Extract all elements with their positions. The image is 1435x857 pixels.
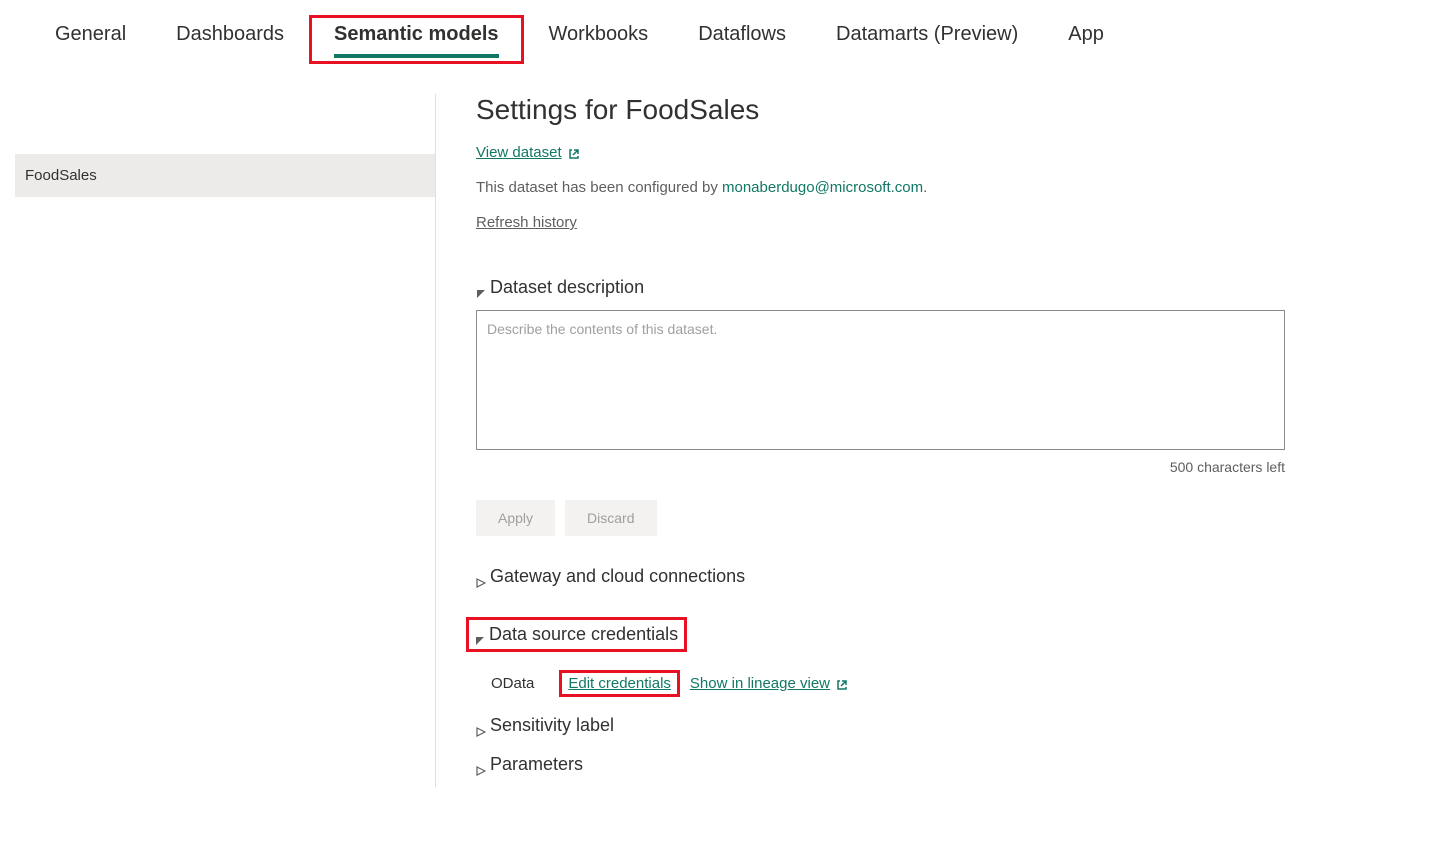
tab-general[interactable]: General (30, 15, 151, 64)
refresh-history-link[interactable]: Refresh history (476, 214, 577, 231)
configured-by-text: This dataset has been configured by mona… (476, 179, 1285, 196)
section-gateway[interactable]: Gateway and cloud connections (476, 566, 1285, 587)
tab-dashboards[interactable]: Dashboards (151, 15, 309, 64)
credentials-source: OData (491, 675, 534, 692)
lineage-view-link[interactable]: Show in lineage view (690, 675, 830, 692)
page-title: Settings for FoodSales (476, 94, 1285, 126)
content-area: Settings for FoodSales View dataset This… (435, 94, 1435, 787)
caret-right-icon (476, 760, 486, 770)
external-link-icon (568, 147, 580, 159)
section-sensitivity-label-text: Sensitivity label (490, 715, 614, 736)
caret-down-icon (475, 630, 485, 640)
credentials-row: OData Edit credentials Show in lineage v… (491, 670, 1285, 697)
section-gateway-label: Gateway and cloud connections (490, 566, 745, 587)
section-data-source-credentials-wrap: Data source credentials (476, 599, 1285, 664)
edit-credentials-link[interactable]: Edit credentials (568, 675, 671, 692)
external-link-icon (836, 678, 848, 690)
section-dataset-description-label: Dataset description (490, 277, 644, 298)
caret-down-icon (476, 283, 486, 293)
view-dataset-link[interactable]: View dataset (476, 144, 562, 161)
apply-button[interactable]: Apply (476, 500, 555, 536)
section-data-source-credentials[interactable]: Data source credentials (466, 617, 687, 652)
button-row: Apply Discard (476, 500, 1285, 536)
sidebar: FoodSales (0, 94, 435, 787)
char-count: 500 characters left (476, 459, 1285, 475)
configured-by-suffix: . (923, 179, 927, 196)
configured-by-prefix: This dataset has been configured by (476, 179, 722, 196)
section-parameters-label: Parameters (490, 754, 583, 775)
tab-semantic-models[interactable]: Semantic models (309, 15, 524, 64)
tab-dataflows[interactable]: Dataflows (673, 15, 811, 64)
section-data-source-credentials-label: Data source credentials (489, 624, 678, 645)
section-parameters[interactable]: Parameters (476, 754, 1285, 775)
section-dataset-description[interactable]: Dataset description (476, 277, 1285, 298)
caret-right-icon (476, 721, 486, 731)
discard-button[interactable]: Discard (565, 500, 656, 536)
view-dataset-row: View dataset (476, 144, 1285, 161)
configured-by-email[interactable]: monaberdugo@microsoft.com (722, 179, 923, 196)
tab-workbooks[interactable]: Workbooks (524, 15, 674, 64)
edit-credentials-highlight: Edit credentials (559, 670, 680, 697)
caret-right-icon (476, 572, 486, 582)
tabs-row: General Dashboards Semantic models Workb… (0, 0, 1435, 64)
sidebar-item-foodsales[interactable]: FoodSales (15, 154, 435, 197)
tab-datamarts[interactable]: Datamarts (Preview) (811, 15, 1043, 64)
description-textarea[interactable] (476, 310, 1285, 450)
main-container: FoodSales Settings for FoodSales View da… (0, 94, 1435, 787)
lineage-wrap: Show in lineage view (690, 675, 848, 692)
section-sensitivity-label[interactable]: Sensitivity label (476, 715, 1285, 736)
tab-app[interactable]: App (1043, 15, 1129, 64)
